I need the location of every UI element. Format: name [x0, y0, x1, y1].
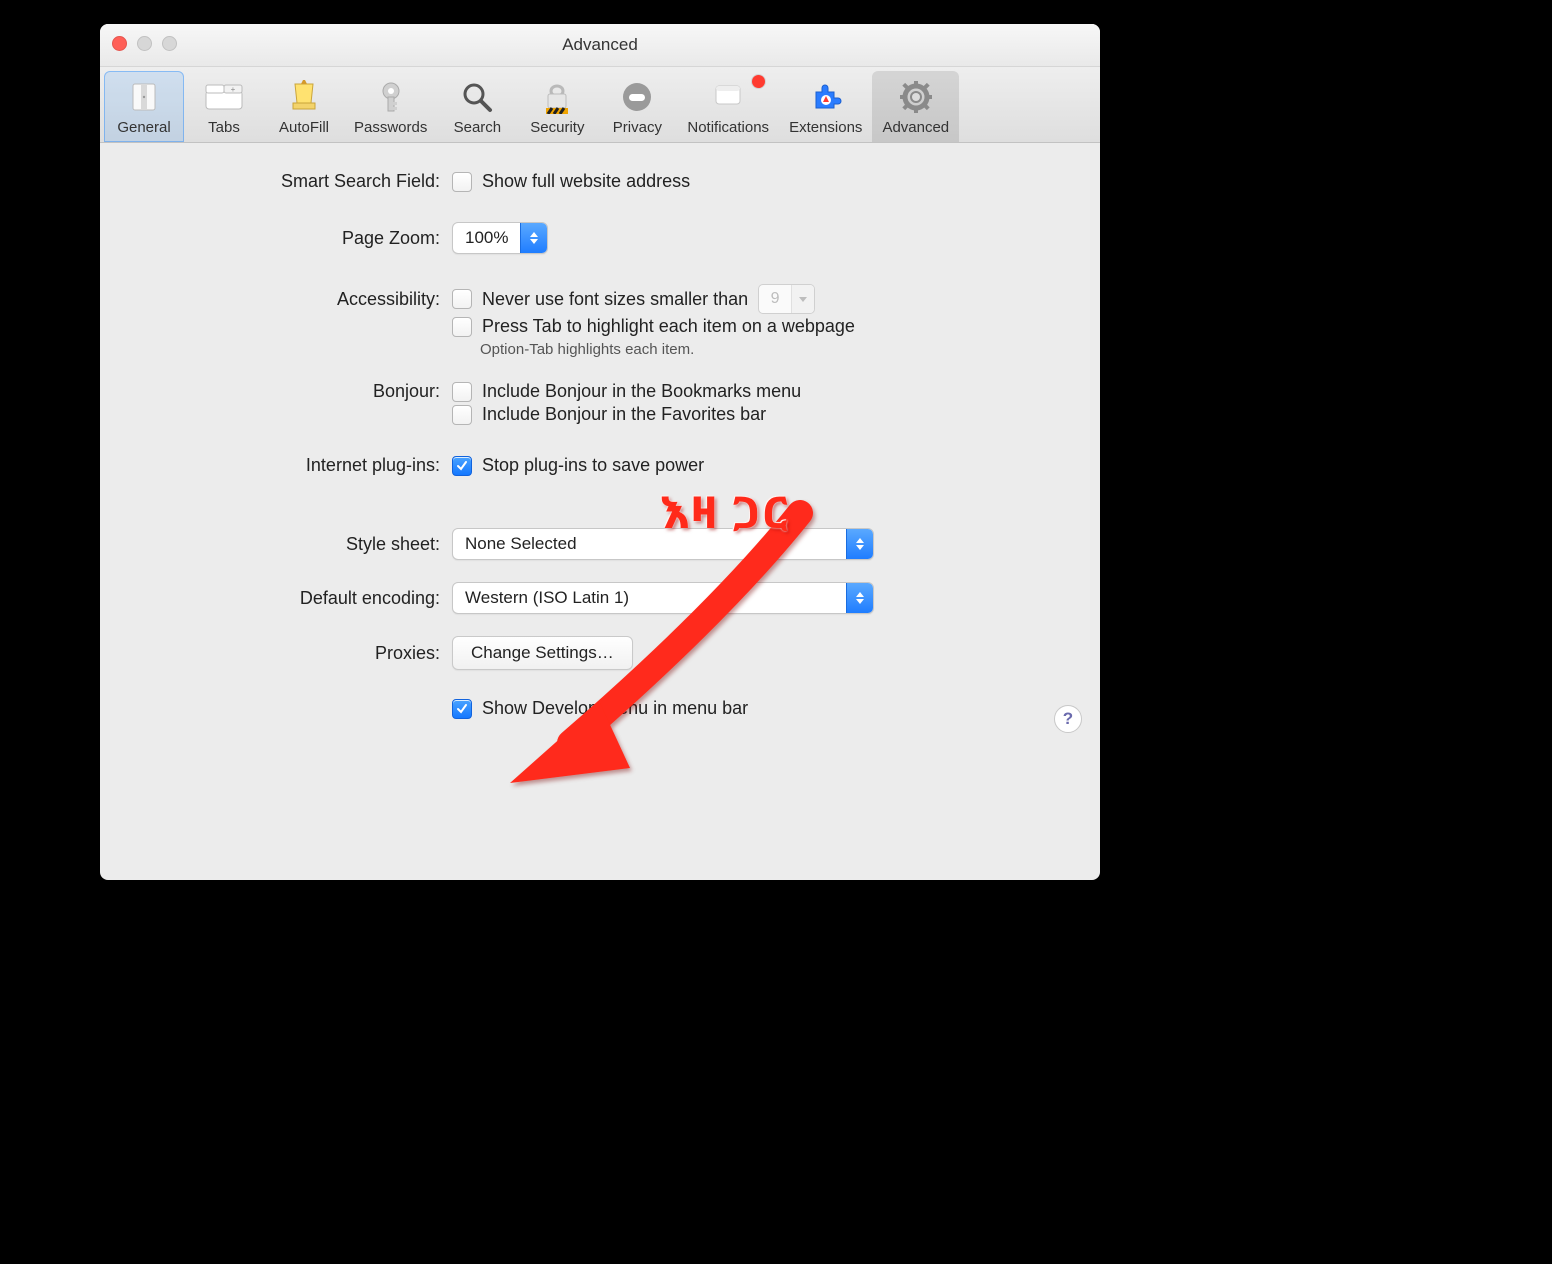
show-develop-menu-label: Show Develop menu in menu bar	[482, 698, 748, 719]
help-button[interactable]: ?	[1054, 705, 1082, 733]
min-font-value: 9	[759, 285, 791, 313]
tab-general[interactable]: General	[104, 71, 184, 142]
show-full-url-checkbox[interactable]	[452, 172, 472, 192]
tabs-icon: +	[204, 77, 244, 117]
tab-passwords[interactable]: Passwords	[344, 71, 437, 142]
bonjour-favorites-label: Include Bonjour in the Favorites bar	[482, 404, 766, 425]
select-stepper-icon	[846, 583, 873, 613]
tab-security[interactable]: Security	[517, 71, 597, 142]
tab-label: Advanced	[882, 119, 949, 136]
style-sheet-label: Style sheet:	[140, 534, 452, 555]
show-develop-menu-checkbox[interactable]	[452, 699, 472, 719]
preferences-window: Advanced General + Tabs AutoFill Passwor	[100, 24, 1100, 880]
window-title: Advanced	[562, 35, 638, 55]
show-full-url-label: Show full website address	[482, 171, 690, 192]
tab-label: Notifications	[687, 119, 769, 136]
style-sheet-select[interactable]: None Selected	[452, 528, 874, 560]
bonjour-favorites-checkbox[interactable]	[452, 405, 472, 425]
encoding-value: Western (ISO Latin 1)	[453, 588, 641, 608]
min-font-checkbox[interactable]	[452, 289, 472, 309]
tab-advanced[interactable]: Advanced	[872, 71, 959, 142]
tab-tabs[interactable]: + Tabs	[184, 71, 264, 142]
press-tab-checkbox[interactable]	[452, 317, 472, 337]
page-zoom-value: 100%	[453, 228, 520, 248]
bonjour-bookmarks-label: Include Bonjour in the Bookmarks menu	[482, 381, 801, 402]
select-stepper-icon	[520, 223, 547, 253]
tab-label: Tabs	[208, 119, 240, 136]
tab-search[interactable]: Search	[437, 71, 517, 142]
minimize-window-button[interactable]	[137, 36, 152, 51]
advanced-gear-icon	[896, 77, 936, 117]
tab-autofill[interactable]: AutoFill	[264, 71, 344, 142]
preferences-toolbar: General + Tabs AutoFill Passwords Search	[100, 67, 1100, 143]
min-font-stepper[interactable]: 9	[758, 284, 815, 314]
window-controls	[112, 36, 177, 51]
tab-label: General	[117, 119, 170, 136]
close-window-button[interactable]	[112, 36, 127, 51]
encoding-select[interactable]: Western (ISO Latin 1)	[452, 582, 874, 614]
encoding-label: Default encoding:	[140, 588, 452, 609]
tab-extensions[interactable]: Extensions	[779, 71, 872, 142]
press-tab-label: Press Tab to highlight each item on a we…	[482, 316, 855, 337]
smart-search-label: Smart Search Field:	[140, 171, 452, 192]
tab-label: Security	[530, 119, 584, 136]
tab-notifications[interactable]: Notifications	[677, 71, 779, 142]
min-font-label: Never use font sizes smaller than	[482, 289, 748, 310]
proxies-label: Proxies:	[140, 643, 452, 664]
search-icon	[457, 77, 497, 117]
tab-privacy[interactable]: Privacy	[597, 71, 677, 142]
accessibility-label: Accessibility:	[140, 289, 452, 310]
tab-label: Privacy	[613, 119, 662, 136]
advanced-panel: Smart Search Field: Show full website ad…	[100, 143, 1100, 747]
extensions-icon	[806, 77, 846, 117]
chevron-down-icon	[791, 285, 814, 313]
page-zoom-label: Page Zoom:	[140, 228, 452, 249]
svg-text:+: +	[231, 85, 236, 94]
accessibility-hint: Option-Tab highlights each item.	[480, 341, 694, 358]
titlebar: Advanced	[100, 24, 1100, 67]
bonjour-label: Bonjour:	[140, 381, 452, 402]
tab-label: AutoFill	[279, 119, 329, 136]
change-settings-button[interactable]: Change Settings…	[452, 636, 633, 670]
zoom-window-button[interactable]	[162, 36, 177, 51]
passwords-icon	[371, 77, 411, 117]
style-sheet-value: None Selected	[453, 534, 589, 554]
plugins-label: Internet plug-ins:	[140, 455, 452, 476]
select-stepper-icon	[846, 529, 873, 559]
bonjour-bookmarks-checkbox[interactable]	[452, 382, 472, 402]
notification-badge-icon	[752, 75, 765, 88]
privacy-icon	[617, 77, 657, 117]
tab-label: Extensions	[789, 119, 862, 136]
stop-plugins-checkbox[interactable]	[452, 456, 472, 476]
stop-plugins-label: Stop plug-ins to save power	[482, 455, 704, 476]
general-icon	[124, 77, 164, 117]
autofill-icon	[284, 77, 324, 117]
security-icon	[537, 77, 577, 117]
tab-label: Search	[454, 119, 502, 136]
page-zoom-select[interactable]: 100%	[452, 222, 548, 254]
tab-label: Passwords	[354, 119, 427, 136]
notifications-icon	[708, 77, 748, 117]
